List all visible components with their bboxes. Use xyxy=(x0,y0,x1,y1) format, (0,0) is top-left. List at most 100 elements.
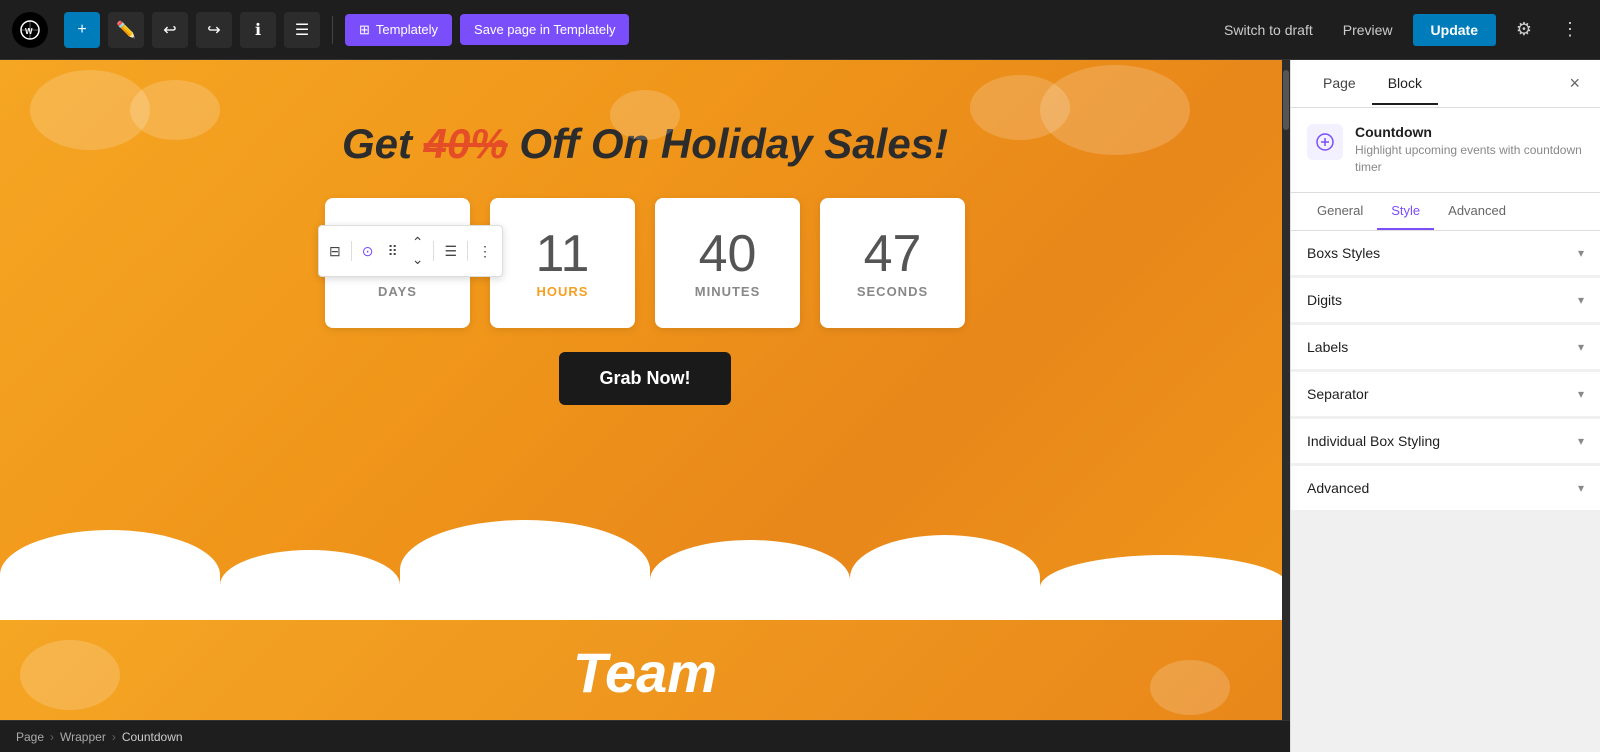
lower-deco-cloud-1 xyxy=(20,640,120,710)
countdown-box-seconds: 47 SECONDS xyxy=(820,198,965,328)
lower-section: Team xyxy=(0,620,1290,720)
panel-tabs: Page Block xyxy=(1307,63,1438,105)
accordion-header-advanced[interactable]: Advanced ▾ xyxy=(1291,466,1600,511)
accordion-item-advanced: Advanced ▾ xyxy=(1291,466,1600,511)
white-cloud-3 xyxy=(400,520,650,620)
drag-handle-button[interactable]: ⠿ xyxy=(381,239,403,264)
chevron-individual-box-styling-icon: ▾ xyxy=(1578,434,1584,448)
undo-button[interactable]: ↩ xyxy=(152,12,188,48)
breadcrumb-sep-1: › xyxy=(50,730,54,744)
chevron-labels-icon: ▾ xyxy=(1578,340,1584,354)
main-area: ⊟ ⊙ ⠿ ⌃⌄ ☰ ⋮ Get 40% xyxy=(0,60,1600,752)
align-button[interactable]: ☰ xyxy=(438,239,463,264)
update-button[interactable]: Update xyxy=(1413,14,1496,46)
hero-section: ⊟ ⊙ ⠿ ⌃⌄ ☰ ⋮ Get 40% xyxy=(0,60,1290,620)
block-name: Countdown xyxy=(1355,124,1584,140)
breadcrumb-countdown: Countdown xyxy=(122,730,183,744)
save-templately-button[interactable]: Save page in Templately xyxy=(460,14,629,45)
accordion-label-individual-box-styling: Individual Box Styling xyxy=(1307,433,1440,449)
move-up-down-button[interactable]: ⌃⌄ xyxy=(406,230,430,272)
panel-close-button[interactable]: × xyxy=(1565,69,1584,98)
chevron-up-down-icon: ⌃⌄ xyxy=(412,234,424,268)
hours-label: HOURS xyxy=(537,284,589,299)
tab-page[interactable]: Page xyxy=(1307,63,1372,105)
deco-cloud-4 xyxy=(970,75,1070,140)
countdown-box-hours: 11 HOURS xyxy=(490,198,635,328)
panel-header: Page Block × xyxy=(1291,60,1600,108)
accordion-header-separator[interactable]: Separator ▾ xyxy=(1291,372,1600,417)
chevron-advanced-icon: ▾ xyxy=(1578,481,1584,495)
style-tabs: General Style Advanced xyxy=(1291,193,1600,231)
grab-now-button[interactable]: Grab Now! xyxy=(559,352,730,405)
more-options-button[interactable]: ⋮ xyxy=(1552,12,1588,48)
templately-button[interactable]: ⊞ Templately xyxy=(345,14,452,46)
right-panel: Page Block × Countdown Highlight upcomin… xyxy=(1290,60,1600,752)
style-tab-general[interactable]: General xyxy=(1303,193,1377,230)
templately-label: Templately xyxy=(376,22,438,37)
toolbar-separator xyxy=(332,16,333,44)
canvas-scrollbar-thumb xyxy=(1283,70,1289,130)
accordion-label-advanced: Advanced xyxy=(1307,480,1369,496)
accordion-item-digits: Digits ▾ xyxy=(1291,278,1600,323)
info-button[interactable]: ℹ xyxy=(240,12,276,48)
accordion-header-digits[interactable]: Digits ▾ xyxy=(1291,278,1600,323)
minutes-number: 40 xyxy=(699,228,757,280)
white-cloud-2 xyxy=(220,550,400,620)
chevron-separator-icon: ▾ xyxy=(1578,387,1584,401)
edit-tool-button[interactable]: ✏️ xyxy=(108,12,144,48)
breadcrumb-page: Page xyxy=(16,730,44,744)
block-type-button[interactable]: ⊟ xyxy=(323,239,347,264)
hours-number: 11 xyxy=(536,228,590,280)
svg-text:W: W xyxy=(25,27,33,36)
canvas-container: ⊟ ⊙ ⠿ ⌃⌄ ☰ ⋮ Get 40% xyxy=(0,60,1290,752)
wp-logo: W xyxy=(12,12,48,48)
tab-block[interactable]: Block xyxy=(1372,63,1438,105)
days-label: DAYS xyxy=(378,284,417,299)
preview-button[interactable]: Preview xyxy=(1333,16,1403,44)
accordion-header-individual-box-styling[interactable]: Individual Box Styling ▾ xyxy=(1291,419,1600,464)
more-block-options-button[interactable]: ⋮ xyxy=(472,239,498,264)
accordion-label-digits: Digits xyxy=(1307,292,1342,308)
accordion-label-separator: Separator xyxy=(1307,386,1368,402)
countdown-icon-btn[interactable]: ⊙ xyxy=(356,239,380,264)
accordion-header-boxs-styles[interactable]: Boxs Styles ▾ xyxy=(1291,231,1600,276)
top-clouds xyxy=(0,60,1290,200)
top-toolbar: W + ✏️ ↩ ↪ ℹ ☰ ⊞ Templately Save page in… xyxy=(0,0,1600,60)
block-info: Countdown Highlight upcoming events with… xyxy=(1291,108,1600,193)
seconds-label: SECONDS xyxy=(857,284,928,299)
deco-cloud-2 xyxy=(130,80,220,140)
breadcrumb-wrapper: Wrapper xyxy=(60,730,106,744)
add-block-button[interactable]: + xyxy=(64,12,100,48)
settings-button[interactable]: ⚙ xyxy=(1506,12,1542,48)
block-type-icon: ⊟ xyxy=(329,243,341,260)
style-tab-style[interactable]: Style xyxy=(1377,193,1434,230)
redo-button[interactable]: ↪ xyxy=(196,12,232,48)
block-tool-separator-3 xyxy=(467,241,468,261)
accordion-item-labels: Labels ▾ xyxy=(1291,325,1600,370)
style-tab-advanced[interactable]: Advanced xyxy=(1434,193,1520,230)
white-cloud-1 xyxy=(0,530,220,620)
block-tool-separator-2 xyxy=(433,241,434,261)
chevron-digits-icon: ▾ xyxy=(1578,293,1584,307)
toolbar-right: Switch to draft Preview Update ⚙ ⋮ xyxy=(1214,12,1588,48)
white-cloud-5 xyxy=(850,535,1040,620)
lower-deco-cloud-2 xyxy=(1150,660,1230,715)
accordion-label-labels: Labels xyxy=(1307,339,1348,355)
switch-to-draft-button[interactable]: Switch to draft xyxy=(1214,16,1323,44)
canvas: ⊟ ⊙ ⠿ ⌃⌄ ☰ ⋮ Get 40% xyxy=(0,60,1290,720)
breadcrumb-bar: Page › Wrapper › Countdown xyxy=(0,720,1290,752)
list-view-button[interactable]: ☰ xyxy=(284,12,320,48)
seconds-number: 47 xyxy=(864,228,922,280)
breadcrumb-sep-2: › xyxy=(112,730,116,744)
accordion-label-boxs-styles: Boxs Styles xyxy=(1307,245,1380,261)
accordion-header-labels[interactable]: Labels ▾ xyxy=(1291,325,1600,370)
templately-icon: ⊞ xyxy=(359,22,370,38)
block-tool-separator-1 xyxy=(351,241,352,261)
accordion-item-boxs-styles: Boxs Styles ▾ xyxy=(1291,231,1600,276)
minutes-label: MINUTES xyxy=(695,284,761,299)
block-info-text: Countdown Highlight upcoming events with… xyxy=(1355,124,1584,176)
accordion: Boxs Styles ▾ Digits ▾ Labels ▾ Separato… xyxy=(1291,231,1600,752)
block-desc: Highlight upcoming events with countdown… xyxy=(1355,142,1584,176)
canvas-scrollbar[interactable] xyxy=(1282,60,1290,720)
countdown-icon: ⊙ xyxy=(362,243,374,260)
